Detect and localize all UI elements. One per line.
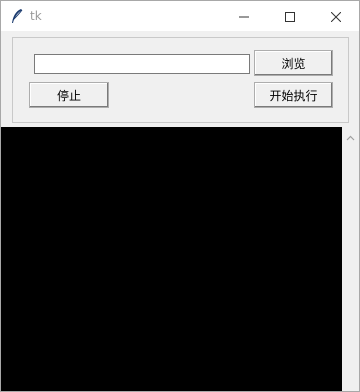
stop-button[interactable]: 停止 [29,82,109,108]
close-button[interactable] [313,1,359,31]
output-console[interactable] [1,127,342,391]
close-icon [330,7,342,26]
maximize-icon [285,7,295,26]
feather-icon [10,8,24,24]
chevron-up-icon [346,126,355,145]
minimize-icon [239,7,249,26]
output-scrollbar[interactable] [342,127,359,391]
minimize-button[interactable] [221,1,267,31]
maximize-button[interactable] [267,1,313,31]
path-input[interactable] [34,54,250,74]
window-title: tk [30,9,42,23]
start-button[interactable]: 开始执行 [254,82,333,108]
scroll-up-button[interactable] [342,127,359,144]
control-frame: 浏览 停止 开始执行 [12,37,349,123]
browse-button[interactable]: 浏览 [254,50,333,76]
title-bar[interactable]: tk [1,1,359,31]
main-window: tk 浏览 停止 开始执行 [0,0,360,392]
